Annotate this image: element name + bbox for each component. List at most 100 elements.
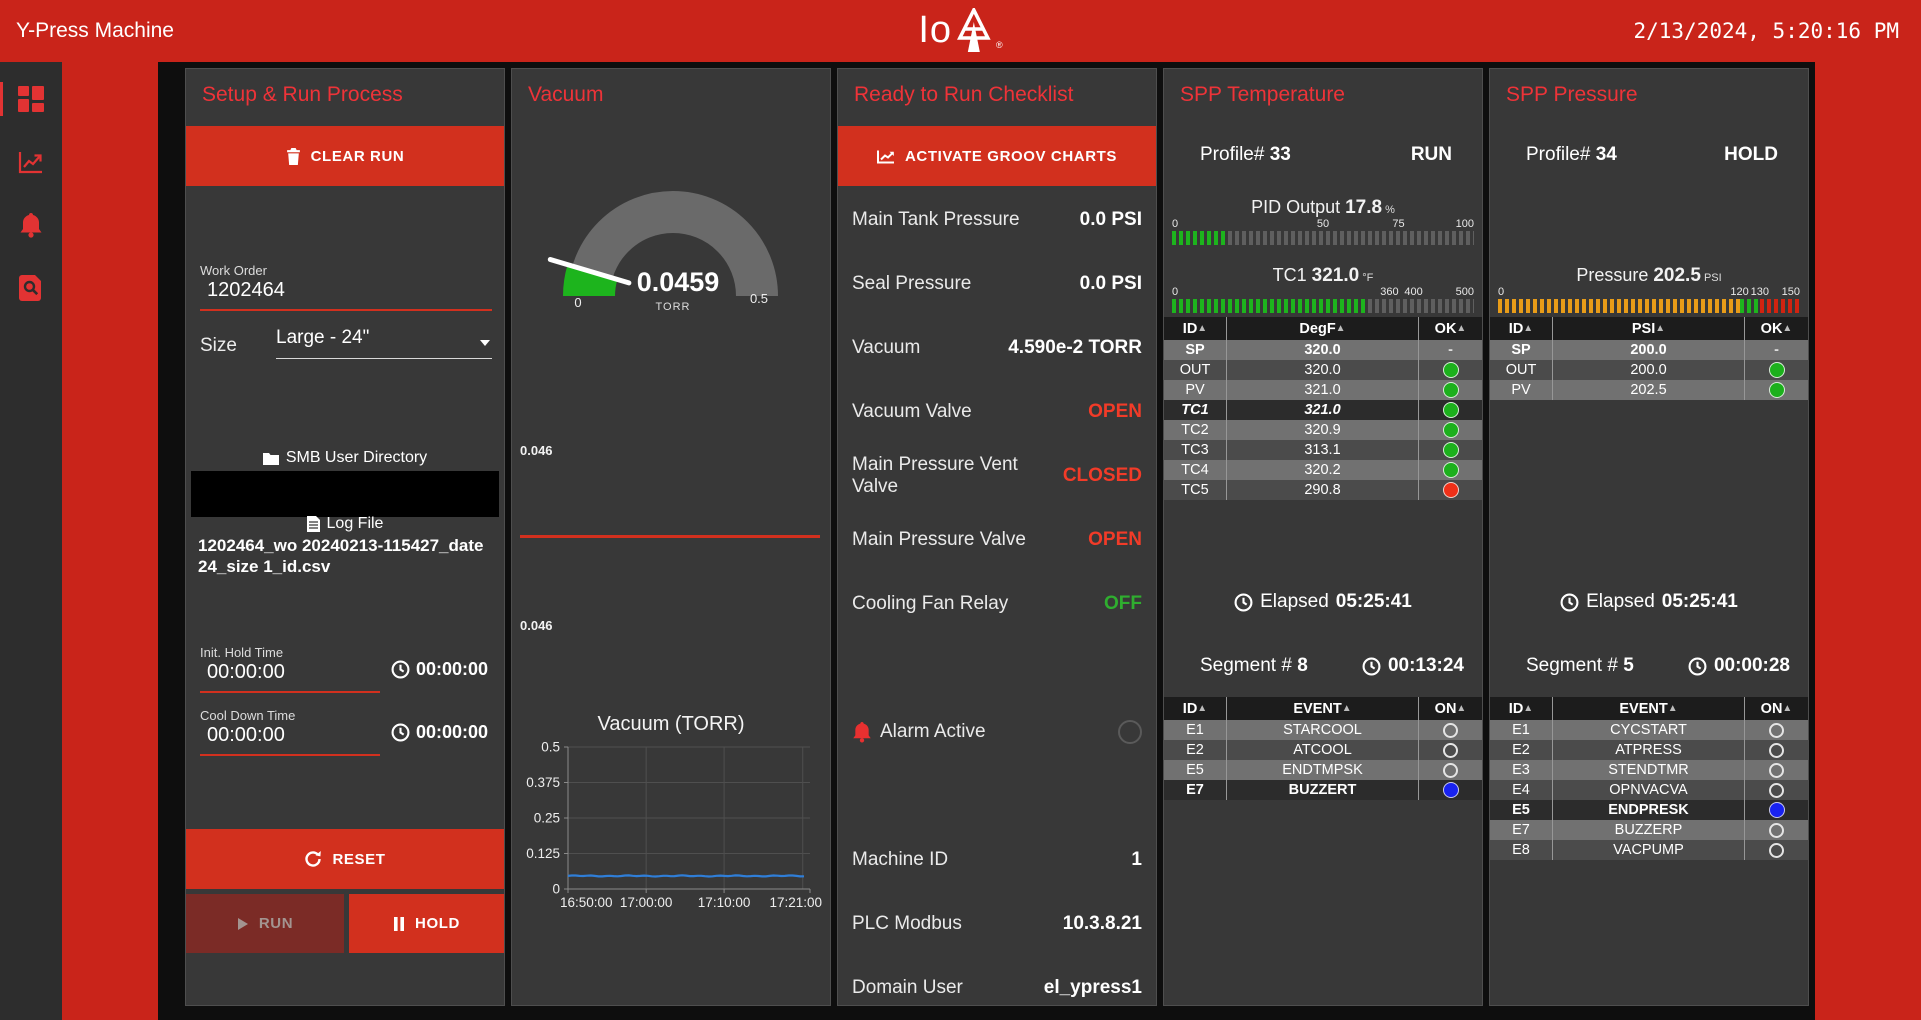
table-row: E8VACPUMP (1490, 840, 1808, 860)
clock-icon (1560, 593, 1579, 612)
row-status (1418, 400, 1482, 420)
panel-setup-run: Setup & Run Process CLEAR RUN Work Order… (185, 68, 505, 1006)
row-status (1418, 740, 1482, 760)
temperature-event-table: ID▲EVENT▲ON▲E1STARCOOLE2ATCOOLE5ENDTMPSK… (1164, 697, 1482, 800)
sort-asc-icon[interactable]: ▲ (1523, 323, 1533, 334)
row-status (1418, 460, 1482, 480)
checklist-label: Cooling Fan Relay (852, 593, 1008, 615)
bar-tick: 0 (1172, 218, 1178, 230)
sort-asc-icon[interactable]: ▲ (1668, 703, 1678, 714)
row-status (1418, 480, 1482, 500)
sidebar-item-log-viewer[interactable] (16, 273, 46, 303)
gauge-unit: TORR (656, 301, 691, 313)
row-status (1744, 380, 1808, 400)
row-id: E7 (1490, 820, 1552, 840)
svg-text:0.25: 0.25 (534, 811, 560, 826)
led-bar (1172, 299, 1474, 313)
row-id: OUT (1164, 360, 1226, 380)
profile-row: Profile# 34 HOLD (1526, 144, 1778, 166)
smb-directory-row: SMB User Directory (186, 449, 504, 467)
profile-label: Profile# (1526, 144, 1590, 165)
row-id: E8 (1490, 840, 1552, 860)
clear-run-button[interactable]: CLEAR RUN (186, 126, 504, 186)
header-label: PSI (1632, 321, 1655, 337)
sort-asc-icon[interactable]: ▲ (1456, 323, 1466, 334)
segment-group: Segment # 5 (1526, 655, 1634, 677)
sort-asc-icon[interactable]: ▲ (1782, 323, 1792, 334)
sort-asc-icon[interactable]: ▲ (1456, 703, 1466, 714)
table-row: TC1321.0 (1164, 400, 1482, 420)
header-label: EVENT (1293, 701, 1341, 717)
status-dot (1443, 422, 1459, 438)
row-id: E3 (1490, 760, 1552, 780)
gauge-value: 0.0459 (637, 267, 720, 297)
init-hold-timer: 00:00:00 (391, 659, 488, 680)
cool-down-timer: 00:00:00 (391, 722, 488, 743)
status-dot (1769, 382, 1785, 398)
clock-icon (1362, 657, 1381, 676)
vacuum-trend-line (568, 875, 804, 876)
sort-asc-icon[interactable]: ▲ (1655, 323, 1665, 334)
sort-asc-icon[interactable]: ▲ (1782, 703, 1792, 714)
sort-asc-icon[interactable]: ▲ (1523, 703, 1533, 714)
status-dot (1443, 402, 1459, 418)
bar-tick: 100 (1456, 218, 1474, 230)
header-cell: DegF▲ (1226, 317, 1418, 340)
row-value: BUZZERP (1552, 820, 1744, 840)
reset-label: RESET (332, 851, 385, 868)
panel-title: Vacuum (528, 83, 603, 107)
work-order-field[interactable]: Work Order 1202464 (200, 263, 492, 311)
row-id: SP (1490, 340, 1552, 360)
sidebar-item-trends[interactable] (16, 147, 46, 177)
activate-groov-charts-button[interactable]: ACTIVATE GROOV CHARTS (838, 126, 1156, 186)
work-order-value: 1202464 (200, 279, 492, 302)
bar-tick: 0 (1172, 286, 1178, 298)
svg-text:0.125: 0.125 (526, 846, 560, 861)
table-row: TC2320.9 (1164, 420, 1482, 440)
cool-down-label: Cool Down Time (200, 708, 380, 723)
bar-value: 17.8 (1345, 197, 1382, 218)
sort-asc-icon[interactable]: ▲ (1342, 703, 1352, 714)
logo-text: Io (918, 8, 952, 52)
sort-asc-icon[interactable]: ▲ (1197, 323, 1207, 334)
row-status: - (1744, 340, 1808, 360)
size-dropdown[interactable]: Large - 24" (276, 327, 492, 359)
row-status (1418, 720, 1482, 740)
clock-icon (391, 660, 410, 679)
row-id: PV (1164, 380, 1226, 400)
row-status (1418, 420, 1482, 440)
sort-asc-icon[interactable]: ▲ (1336, 323, 1346, 334)
iot-logo: Io ® (918, 8, 1002, 54)
row-id: E7 (1164, 780, 1226, 800)
table-row: PV321.0 (1164, 380, 1482, 400)
hold-button[interactable]: HOLD (349, 894, 504, 953)
cool-down-field[interactable]: Cool Down Time 00:00:00 (200, 708, 380, 756)
reset-button[interactable]: RESET (186, 829, 504, 889)
main-shell: Setup & Run Process CLEAR RUN Work Order… (0, 62, 1921, 1020)
sort-asc-icon[interactable]: ▲ (1197, 703, 1207, 714)
sidebar-item-dashboard[interactable] (16, 84, 46, 114)
checklist-row: Machine ID1 (852, 847, 1142, 873)
row-id: OUT (1490, 360, 1552, 380)
led-zone (1760, 299, 1800, 313)
smb-file-list[interactable] (191, 471, 499, 517)
init-hold-field[interactable]: Init. Hold Time 00:00:00 (200, 645, 380, 693)
status-dot (1769, 783, 1784, 798)
row-id: TC5 (1164, 480, 1226, 500)
row-id: E4 (1490, 780, 1552, 800)
bar-ticks: 0360400500 (1172, 286, 1474, 299)
header-cell: EVENT▲ (1226, 697, 1418, 720)
app-title: Y-Press Machine (0, 19, 174, 43)
panel-title: SPP Pressure (1506, 83, 1638, 107)
run-button[interactable]: RUN (186, 894, 344, 953)
row-id: TC3 (1164, 440, 1226, 460)
segment-row: Segment # 8 00:13:24 (1200, 655, 1464, 677)
row-value: 320.2 (1226, 460, 1418, 480)
table-header: ID▲PSI▲OK▲ (1490, 317, 1808, 340)
table-row: OUT200.0 (1490, 360, 1808, 380)
row-value: 320.0 (1226, 360, 1418, 380)
sidebar-item-alarms[interactable] (16, 210, 46, 240)
table-row: E3STENDTMR (1490, 760, 1808, 780)
pid-output-bar: PID Output 17.8 %05075100 (1172, 197, 1474, 245)
table-header: ID▲DegF▲OK▲ (1164, 317, 1482, 340)
